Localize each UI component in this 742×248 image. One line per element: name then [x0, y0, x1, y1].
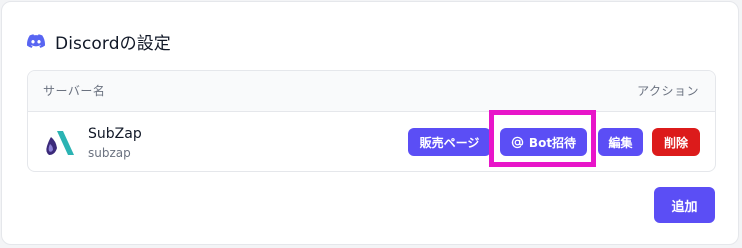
table-header: サーバー名 アクション	[28, 71, 715, 112]
discord-icon	[27, 34, 45, 48]
bot-invite-button[interactable]: Bot招待	[500, 128, 587, 156]
edit-label: 編集	[608, 135, 633, 150]
delete-button[interactable]: 削除	[652, 128, 700, 156]
at-sign-icon	[511, 136, 524, 148]
delete-label: 削除	[663, 135, 688, 150]
server-name: SubZap	[88, 126, 142, 142]
section-title: Discordの設定	[55, 33, 171, 54]
add-button[interactable]: 追加	[654, 187, 715, 223]
sales-page-button[interactable]: 販売ページ	[408, 128, 491, 156]
edit-button[interactable]: 編集	[598, 128, 643, 156]
subzap-logo-icon	[46, 131, 74, 155]
section-header: Discordの設定	[27, 28, 171, 54]
discord-settings-card: Discordの設定 サーバー名 アクション SubZap subzap 販売ペ…	[1, 1, 739, 245]
sales-page-label: 販売ページ	[419, 135, 480, 150]
server-slug: subzap	[88, 146, 131, 160]
server-table: サーバー名 アクション SubZap subzap	[27, 70, 716, 172]
bot-invite-label: Bot招待	[528, 135, 577, 150]
column-header-actions: アクション	[637, 84, 699, 98]
column-header-server-name: サーバー名	[43, 84, 106, 98]
